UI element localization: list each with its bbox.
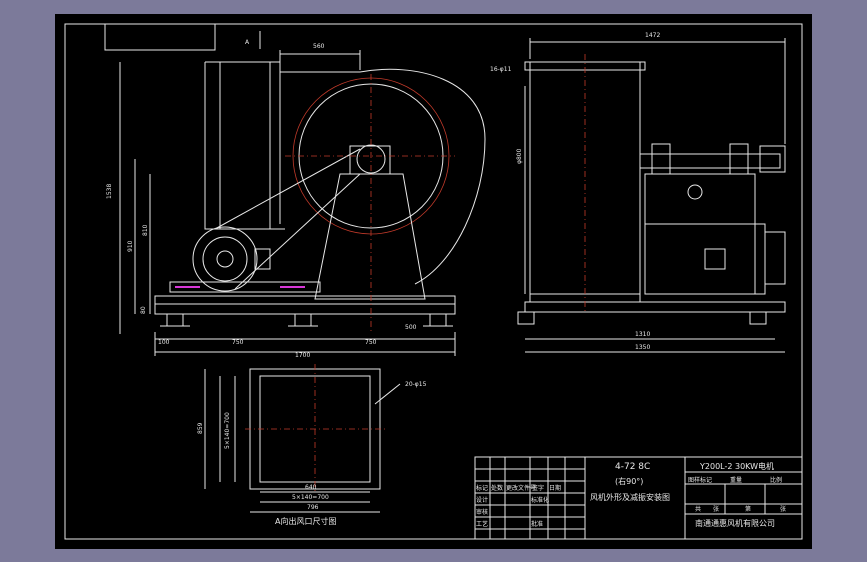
field-scale: 比例: [770, 476, 782, 484]
dim-outlet-796: 796: [307, 504, 319, 511]
dim-910: 910: [127, 240, 134, 252]
dim-outlet-859: 859: [197, 422, 204, 434]
view-marker-label: A: [245, 39, 250, 46]
field-mark: 图样标记: [688, 476, 712, 484]
side-pedestal: [644, 173, 756, 295]
title-motor: Y200L-2 30KW电机: [699, 461, 774, 471]
dim-750-left: 750: [232, 339, 244, 346]
belt-upper: [214, 148, 361, 230]
fan-installation-drawing: A 560 1538 910 810 80 100 750 750 500 17…: [64, 23, 803, 540]
outlet-caption: A向出风口尺寸图: [275, 516, 336, 526]
side-bearing-1: [651, 143, 671, 175]
label-count: 处数: [491, 484, 503, 492]
base-frame: [154, 303, 456, 315]
label-process: 工艺: [476, 520, 488, 528]
dim-outlet-holes: 20-φ15: [405, 381, 427, 388]
side-base: [524, 301, 786, 313]
dim-80: 80: [140, 306, 147, 314]
side-bearing-2: [729, 143, 749, 175]
bearing-housing: [349, 145, 391, 175]
dim-810: 810: [142, 224, 149, 236]
dim-side-height: φ800: [516, 148, 523, 164]
title-model: 4-72 8C: [615, 462, 650, 472]
side-view: [517, 38, 786, 353]
label-mark: 标记: [476, 484, 488, 492]
title-company: 南通通惠风机有限公司: [695, 518, 775, 528]
label-review: 审核: [476, 508, 488, 516]
dim-side-1310: 1310: [635, 331, 650, 338]
field-total: 共: [695, 505, 701, 513]
dim-overall-height: 1538: [106, 184, 113, 199]
dim-side-1350: 1350: [635, 344, 650, 351]
dim-500: 500: [405, 324, 417, 331]
field-sheets: 张: [713, 505, 719, 513]
label-approve: 批准: [531, 520, 543, 528]
dim-750-right: 750: [365, 339, 377, 346]
outlet-view: [204, 364, 401, 513]
label-design: 设计: [476, 496, 488, 504]
bearing-pedestal: [314, 173, 426, 300]
inlet-left-wall: [204, 62, 285, 230]
dim-outlet-640: 640: [305, 484, 317, 491]
front-view: [119, 31, 486, 356]
dim-side-bolts: 16-φ11: [490, 66, 512, 73]
dim-1700: 1700: [295, 352, 310, 359]
label-standard: 标准化: [531, 496, 549, 504]
title-rotation: (右90°): [615, 476, 643, 486]
side-shaft: [639, 153, 781, 169]
corner-title-box: [104, 24, 216, 51]
drawing-sheet: A 560 1538 910 810 80 100 750 750 500 17…: [55, 14, 812, 549]
dim-top-width: 560: [313, 43, 325, 50]
field-weight: 重量: [730, 476, 742, 484]
dim-side-width: 1472: [645, 32, 660, 39]
dim-outlet-pitch-v: 5×140=700: [224, 412, 231, 449]
label-date: 日期: [549, 484, 561, 492]
title-drawing-name: 风机外形及减振安装图: [590, 492, 670, 502]
field-page: 第: [745, 505, 751, 513]
dim-outlet-pitch-h: 5×140=700: [292, 494, 329, 501]
field-page-sheets: 张: [780, 505, 786, 513]
dim-100: 100: [158, 339, 170, 346]
label-sign: 签字: [532, 484, 544, 492]
